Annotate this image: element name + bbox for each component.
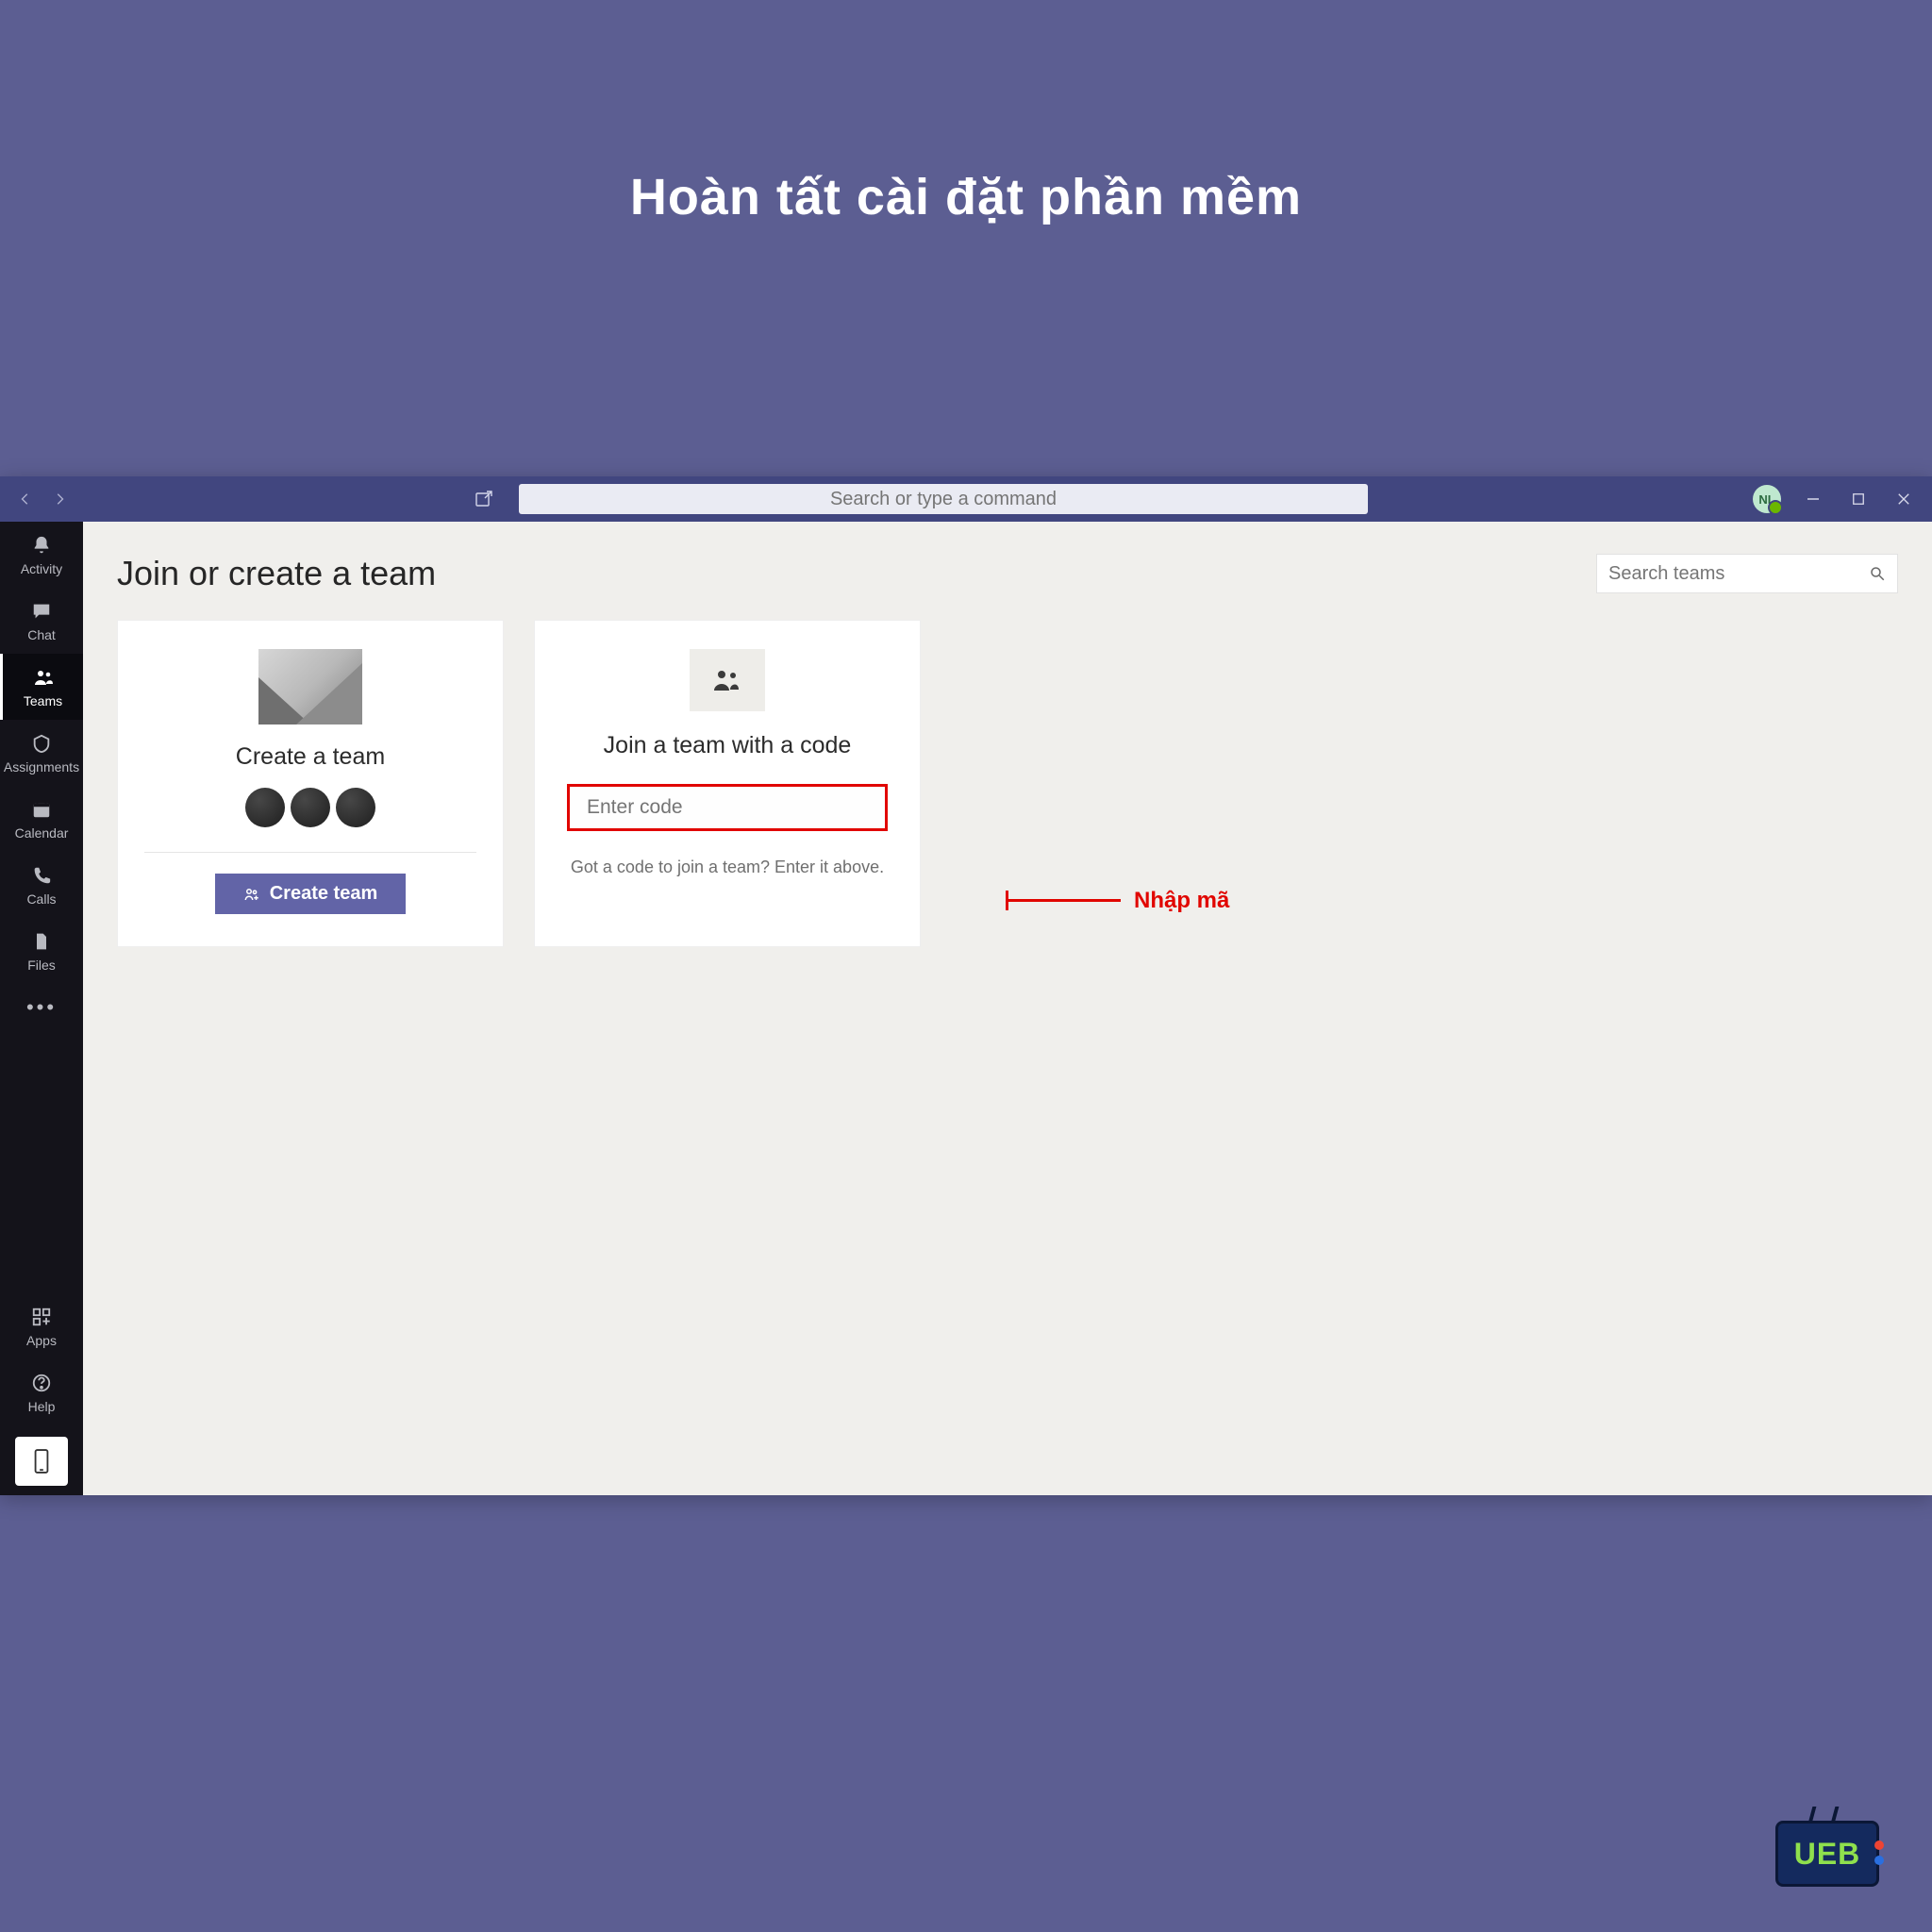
sidebar-item-chat[interactable]: Chat [0,588,83,654]
sidebar-item-files[interactable]: Files [0,918,83,984]
join-team-card: Join a team with a code Got a code to jo… [534,620,921,947]
divider [144,852,476,853]
window-maximize-button[interactable] [1845,486,1872,512]
create-team-button[interactable]: Create team [215,874,407,914]
search-teams-box[interactable] [1596,554,1898,593]
user-avatar[interactable]: NL [1753,485,1781,513]
sidebar-item-calendar[interactable]: Calendar [0,786,83,852]
people-icon [711,668,743,692]
join-team-icon-box [690,649,765,711]
title-bar: NL [0,476,1932,522]
main-content: Join or create a team Create a team [83,522,1932,1495]
chat-icon [29,599,54,624]
file-icon [29,929,54,954]
create-team-thumbnail [258,649,362,724]
member-avatars [245,788,375,827]
search-icon [1869,565,1886,582]
sidebar-item-activity[interactable]: Activity [0,522,83,588]
sidebar-item-apps[interactable]: Apps [0,1293,83,1359]
sidebar-item-assignments[interactable]: Assignments [0,720,83,786]
command-search-input[interactable] [519,484,1368,514]
sidebar-item-label: Calls [26,891,56,907]
new-chat-icon[interactable] [472,487,496,511]
sidebar-item-label: Teams [24,693,62,708]
create-team-button-label: Create team [270,883,378,905]
teams-window: NL Activity Ch [0,476,1932,1495]
sidebar-item-label: Assignments [4,759,79,774]
sidebar-item-label: Apps [26,1333,57,1348]
annotation-callout: Nhập mã [1008,899,1229,902]
window-minimize-button[interactable] [1800,486,1826,512]
nav-forward-button[interactable] [47,487,72,511]
sidebar-item-help[interactable]: Help [0,1359,83,1425]
join-team-hint: Got a code to join a team? Enter it abov… [571,858,884,877]
left-rail: Activity Chat Teams Assignments Calendar [0,522,83,1495]
banner-title: Hoàn tất cài đặt phần mềm [630,168,1302,226]
page-banner: Hoàn tất cài đặt phần mềm [0,0,1932,476]
brand-logo: UEB [1775,1821,1879,1887]
nav-back-button[interactable] [13,487,38,511]
phone-icon [29,863,54,888]
sidebar-item-label: Files [27,958,56,973]
sidebar-item-calls[interactable]: Calls [0,852,83,918]
sidebar-item-teams[interactable]: Teams [0,654,83,720]
create-team-title: Create a team [236,743,385,771]
sidebar-item-label: Help [28,1399,56,1414]
download-app-button[interactable] [15,1437,68,1486]
logo-text: UEB [1775,1821,1879,1887]
sidebar-item-label: Calendar [15,825,69,841]
annotation-label: Nhập mã [1134,888,1229,914]
sidebar-item-label: Chat [27,627,56,642]
sidebar-item-label: Activity [21,561,62,576]
join-team-title: Join a team with a code [604,732,852,759]
bell-icon [29,533,54,558]
apps-icon [29,1305,54,1329]
create-team-card: Create a team Create team [117,620,504,947]
search-teams-input[interactable] [1608,563,1861,585]
join-code-input[interactable] [567,784,888,831]
window-close-button[interactable] [1890,486,1917,512]
calendar-icon [29,797,54,822]
sidebar-more-button[interactable]: ••• [0,984,83,1031]
teams-icon [31,665,56,690]
help-icon [29,1371,54,1395]
assignments-icon [29,731,54,756]
annotation-line [1008,899,1121,902]
create-team-plus-icon [243,886,260,903]
